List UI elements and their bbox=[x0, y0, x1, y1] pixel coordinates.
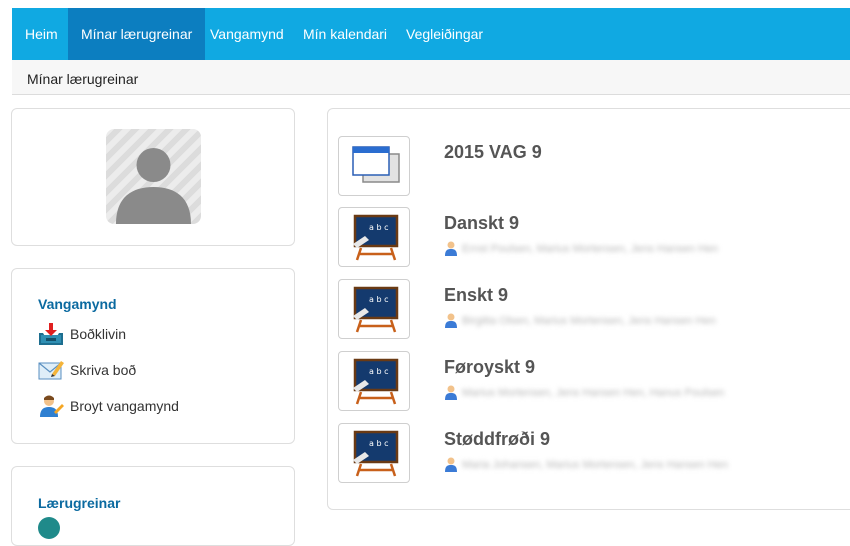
course-row: 2015 VAG 9 bbox=[328, 136, 848, 198]
teacher-icon bbox=[445, 457, 457, 472]
courses-card: 2015 VAG 9 a b c Danskt 9 Ernst Poulsen,… bbox=[327, 108, 850, 510]
subjects-section-title: Lærugreinar bbox=[38, 495, 121, 511]
svg-text:a b c: a b c bbox=[369, 439, 388, 448]
teacher-names: Maria Johansen, Marius Mortensen, Jens H… bbox=[462, 459, 728, 471]
breadcrumb: Mínar lærugreinar bbox=[12, 60, 850, 95]
course-row: a b c Danskt 9 Ernst Poulsen, Marius Mor… bbox=[328, 207, 848, 269]
write-message-label: Skriva boð bbox=[70, 362, 137, 378]
course-thumbnail[interactable]: a b c bbox=[338, 279, 410, 339]
profile-menu-card: Vangamynd Boðklivin Skriva boð Broyt van… bbox=[11, 268, 295, 444]
course-thumbnail[interactable]: a b c bbox=[338, 351, 410, 411]
breadcrumb-label: Mínar lærugreinar bbox=[27, 71, 139, 87]
teacher-names: Ernst Poulsen, Marius Mortensen, Jens Ha… bbox=[462, 243, 719, 255]
avatar[interactable] bbox=[106, 129, 201, 224]
course-thumbnail[interactable] bbox=[338, 136, 410, 196]
write-message-link[interactable]: Skriva boð bbox=[38, 357, 136, 383]
profile-picture-card bbox=[11, 108, 295, 246]
teacher-icon bbox=[445, 385, 457, 400]
edit-profile-label: Broyt vangamynd bbox=[70, 398, 179, 414]
svg-text:a b c: a b c bbox=[369, 367, 388, 376]
teachers-line: Birgitta Olsen, Marius Mortensen, Jens H… bbox=[444, 313, 716, 329]
nav-my-subjects[interactable]: Mínar lærugreinar bbox=[68, 8, 206, 60]
teachers-line: Maria Johansen, Marius Mortensen, Jens H… bbox=[444, 457, 728, 473]
course-row: a b c Føroyskt 9 Marius Mortensen, Jens … bbox=[328, 351, 848, 413]
blackboard-icon: a b c bbox=[353, 214, 399, 261]
nav-profile[interactable]: Vangamynd bbox=[197, 8, 297, 60]
teachers-line: Ernst Poulsen, Marius Mortensen, Jens Ha… bbox=[444, 241, 718, 257]
svg-text:a b c: a b c bbox=[369, 223, 388, 232]
teacher-names: Marius Mortensen, Jens Hansen Hen, Hanus… bbox=[462, 387, 725, 399]
course-thumbnail[interactable]: a b c bbox=[338, 423, 410, 483]
inbox-download-icon bbox=[39, 323, 63, 345]
course-row: a b c Støddfrøði 9 Maria Johansen, Mariu… bbox=[328, 423, 848, 485]
teacher-names: Birgitta Olsen, Marius Mortensen, Jens H… bbox=[462, 315, 716, 327]
edit-profile-link[interactable]: Broyt vangamynd bbox=[38, 393, 179, 419]
teacher-icon bbox=[445, 313, 457, 328]
course-title[interactable]: Støddfrøði 9 bbox=[444, 429, 550, 450]
profile-section-title: Vangamynd bbox=[38, 296, 117, 312]
svg-text:a b c: a b c bbox=[369, 295, 388, 304]
course-title[interactable]: Danskt 9 bbox=[444, 213, 519, 234]
main-navbar: Heim Mínar lærugreinar Vangamynd Mín kal… bbox=[12, 8, 850, 60]
blackboard-icon: a b c bbox=[353, 430, 399, 477]
course-title[interactable]: Enskt 9 bbox=[444, 285, 508, 306]
default-user-icon bbox=[116, 148, 191, 224]
inbox-link-label: Boðklivin bbox=[70, 326, 127, 342]
course-title[interactable]: 2015 VAG 9 bbox=[444, 142, 542, 163]
inbox-link[interactable]: Boðklivin bbox=[38, 321, 126, 347]
nav-home[interactable]: Heim bbox=[12, 8, 71, 60]
blackboard-icon: a b c bbox=[353, 358, 399, 405]
blackboard-icon: a b c bbox=[353, 286, 399, 333]
teacher-icon bbox=[445, 241, 457, 256]
nav-guides[interactable]: Vegleiðingar bbox=[393, 8, 496, 60]
course-row: a b c Enskt 9 Birgitta Olsen, Marius Mor… bbox=[328, 279, 848, 341]
course-title[interactable]: Føroyskt 9 bbox=[444, 357, 535, 378]
course-thumbnail[interactable]: a b c bbox=[338, 207, 410, 267]
top-strip bbox=[0, 0, 850, 8]
envelope-pencil-icon bbox=[38, 361, 64, 380]
teachers-line: Marius Mortensen, Jens Hansen Hen, Hanus… bbox=[444, 385, 724, 401]
user-edit-icon bbox=[40, 395, 64, 417]
nav-calendar[interactable]: Mín kalendari bbox=[290, 8, 400, 60]
window-icon bbox=[352, 146, 400, 183]
subject-list-icon bbox=[38, 517, 60, 539]
subjects-sidebar-card: Lærugreinar bbox=[11, 466, 295, 546]
